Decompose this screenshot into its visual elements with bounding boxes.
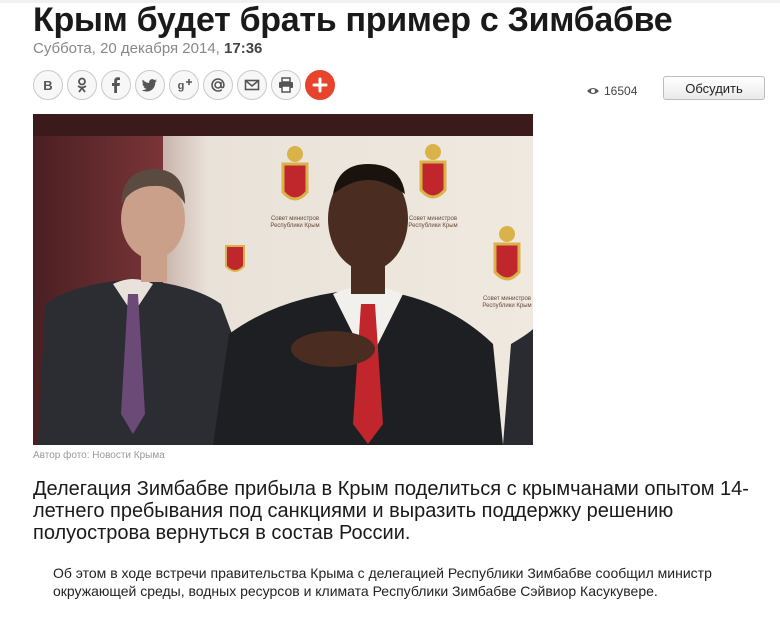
- svg-text:Республики Крым: Республики Крым: [270, 223, 319, 229]
- photo-caption: Автор фото: Новости Крыма: [33, 450, 165, 461]
- vk-icon: В: [43, 78, 52, 93]
- plus-icon: [312, 77, 328, 93]
- share-bar: В g: [33, 70, 338, 102]
- twitter-icon: [141, 79, 157, 92]
- google-plus-icon: g: [178, 79, 192, 92]
- email-share-button[interactable]: [203, 70, 233, 100]
- print-button[interactable]: [271, 70, 301, 100]
- article-body: Об этом в ходе встречи правительства Кры…: [53, 565, 712, 599]
- view-count-value: 16504: [604, 84, 638, 98]
- article-time: 17:36: [224, 40, 263, 57]
- facebook-share-button[interactable]: [101, 70, 131, 100]
- print-icon: [279, 77, 293, 93]
- odnoklassniki-share-button[interactable]: [67, 70, 97, 100]
- article-title: Крым будет брать пример с Зимбабве: [33, 1, 673, 39]
- svg-text:g: g: [178, 80, 185, 92]
- view-count: 16504: [586, 84, 637, 98]
- odnoklassniki-icon: [77, 77, 87, 93]
- svg-text:Совет министров: Совет министров: [271, 216, 319, 222]
- vk-share-button[interactable]: В: [33, 70, 63, 100]
- mail-share-button[interactable]: [237, 70, 267, 100]
- svg-text:Совет министров: Совет министров: [409, 216, 457, 222]
- article-photo: Совет министров Республики Крым Совет ми…: [33, 114, 533, 445]
- article-date: Суббота, 20 декабря 2014,: [33, 40, 220, 57]
- svg-text:Республики Крым: Республики Крым: [408, 223, 457, 229]
- more-share-button[interactable]: [305, 70, 335, 100]
- facebook-icon: [112, 77, 120, 93]
- mail-icon: [244, 79, 260, 91]
- crest-emblem-4: [225, 245, 245, 272]
- discuss-button[interactable]: Обсудить: [663, 76, 765, 100]
- at-sign-icon: [211, 78, 225, 92]
- eye-icon: [587, 88, 599, 94]
- twitter-share-button[interactable]: [135, 70, 165, 100]
- svg-text:Республики Крым: Республики Крым: [482, 303, 531, 309]
- svg-text:В: В: [43, 78, 52, 93]
- article-lead: Делегация Зимбабве прибыла в Крым подели…: [33, 478, 749, 544]
- article-dateline: Суббота, 20 декабря 2014, 17:36: [33, 40, 262, 57]
- google-plus-share-button[interactable]: g: [169, 70, 199, 100]
- photo-illustration: Совет министров Республики Крым Совет ми…: [33, 114, 533, 445]
- svg-text:Совет министров: Совет министров: [483, 296, 531, 302]
